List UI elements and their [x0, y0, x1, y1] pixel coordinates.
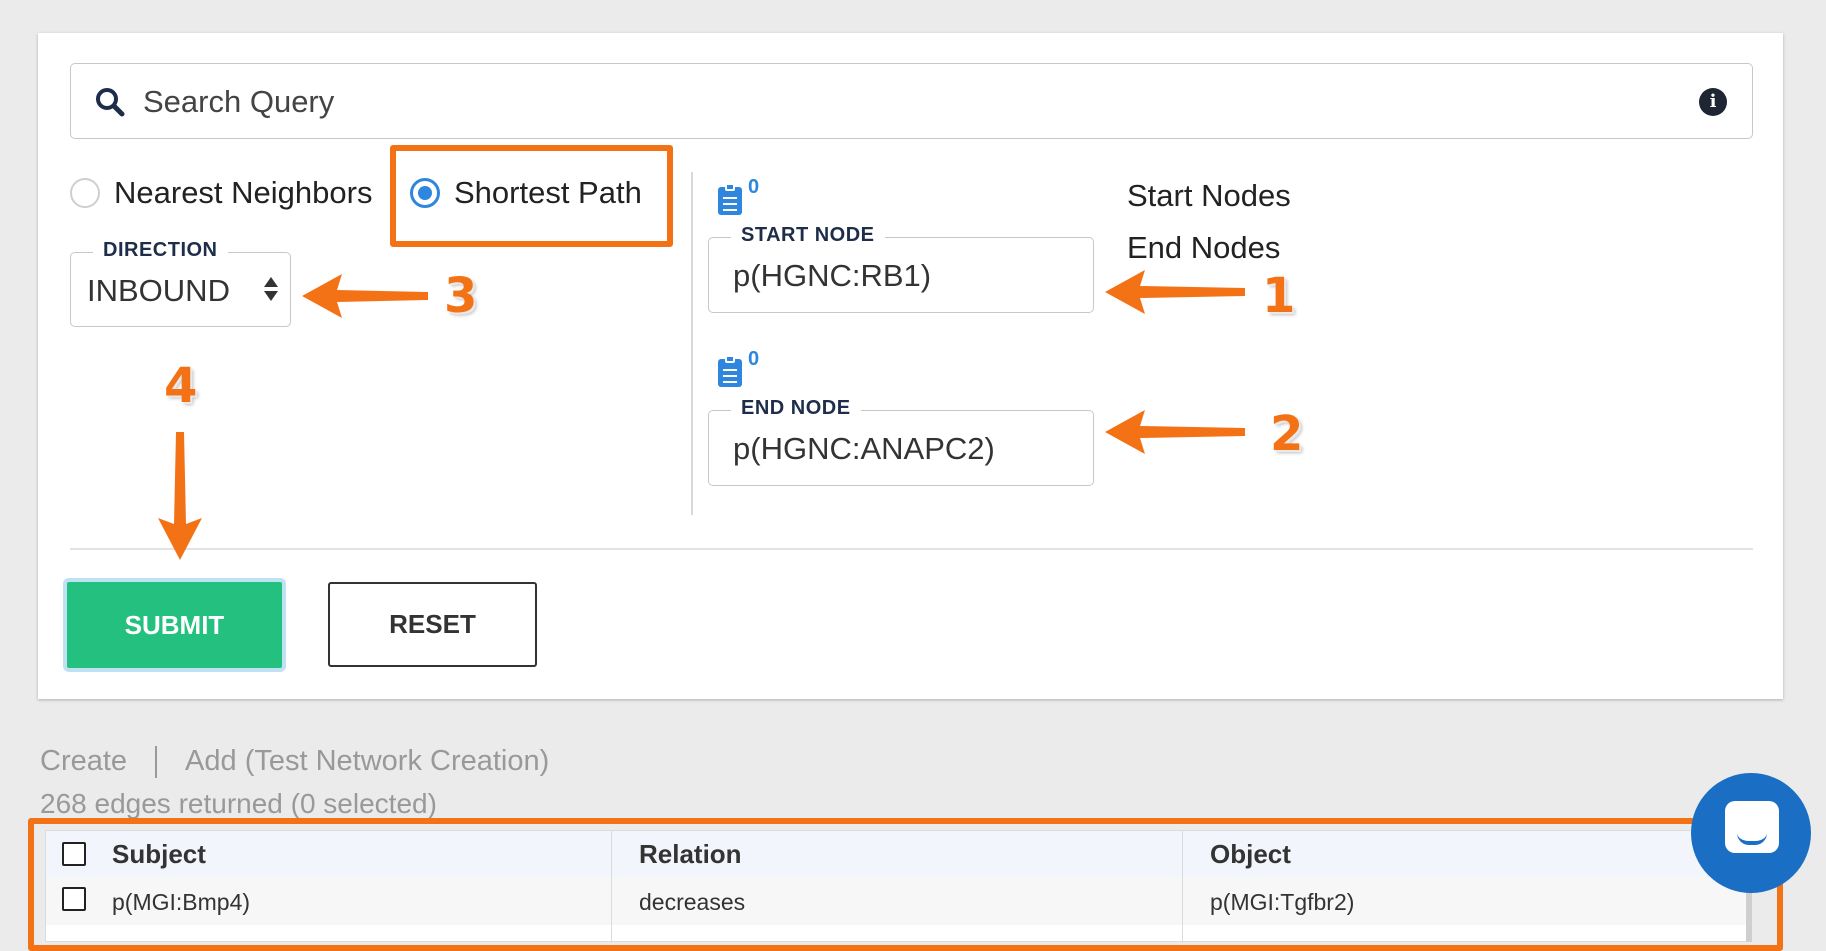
annotation-arrow-1 — [1105, 270, 1245, 314]
annotation-number-4: 4 — [164, 358, 198, 414]
direction-legend: DIRECTION — [93, 239, 228, 262]
action-links: Create Add (Test Network Creation) — [40, 745, 549, 778]
annotation-number-1: 1 — [1262, 268, 1296, 324]
start-node-value: p(HGNC:RB1) — [733, 258, 932, 293]
submit-label: SUBMIT — [67, 582, 282, 668]
clipboard-list-icon[interactable] — [718, 183, 742, 215]
annotation-arrow-3 — [302, 274, 428, 318]
chat-icon — [1725, 801, 1779, 853]
horizontal-divider — [70, 548, 1753, 550]
edges-count-text: 268 edges returned (0 selected) — [40, 788, 437, 819]
add-link[interactable]: Add (Test Network Creation) — [185, 745, 549, 778]
highlight-box-table — [28, 818, 1783, 951]
annotation-arrow-2 — [1105, 410, 1245, 454]
vertical-divider — [691, 172, 693, 515]
radio-nearest-neighbors[interactable]: Nearest Neighbors — [70, 171, 372, 215]
search-icon — [96, 88, 125, 117]
direction-value: INBOUND — [87, 273, 230, 308]
end-node-field[interactable]: END NODE p(HGNC:ANAPC2) — [708, 397, 1094, 486]
end-nodes-label: End Nodes — [1127, 230, 1281, 265]
link-separator — [155, 745, 158, 778]
chat-widget-button[interactable] — [1691, 773, 1811, 893]
search-input[interactable]: Search Query i — [70, 63, 1753, 139]
search-placeholder: Search Query — [143, 84, 335, 119]
annotation-arrow-4 — [158, 432, 202, 560]
start-node-count: 0 — [748, 176, 760, 198]
start-node-field[interactable]: START NODE p(HGNC:RB1) — [708, 224, 1094, 313]
submit-button[interactable]: SUBMIT — [63, 578, 286, 672]
highlight-box-shortest-path — [390, 145, 673, 247]
annotation-number-2: 2 — [1270, 406, 1304, 462]
end-node-value: p(HGNC:ANAPC2) — [733, 431, 995, 466]
info-icon[interactable]: i — [1699, 88, 1727, 116]
end-node-legend: END NODE — [731, 397, 861, 420]
start-nodes-label: Start Nodes — [1127, 178, 1291, 213]
create-link[interactable]: Create — [40, 745, 127, 778]
direction-select[interactable]: DIRECTION INBOUND — [70, 239, 291, 327]
radio-circle[interactable] — [70, 178, 100, 208]
end-node-count: 0 — [748, 348, 760, 370]
annotation-number-3: 3 — [444, 268, 478, 324]
reset-button[interactable]: RESET — [328, 582, 537, 667]
radio-label: Nearest Neighbors — [114, 175, 373, 210]
start-node-legend: START NODE — [731, 224, 885, 247]
clipboard-list-icon[interactable] — [718, 355, 742, 387]
select-arrows-icon — [264, 277, 278, 301]
